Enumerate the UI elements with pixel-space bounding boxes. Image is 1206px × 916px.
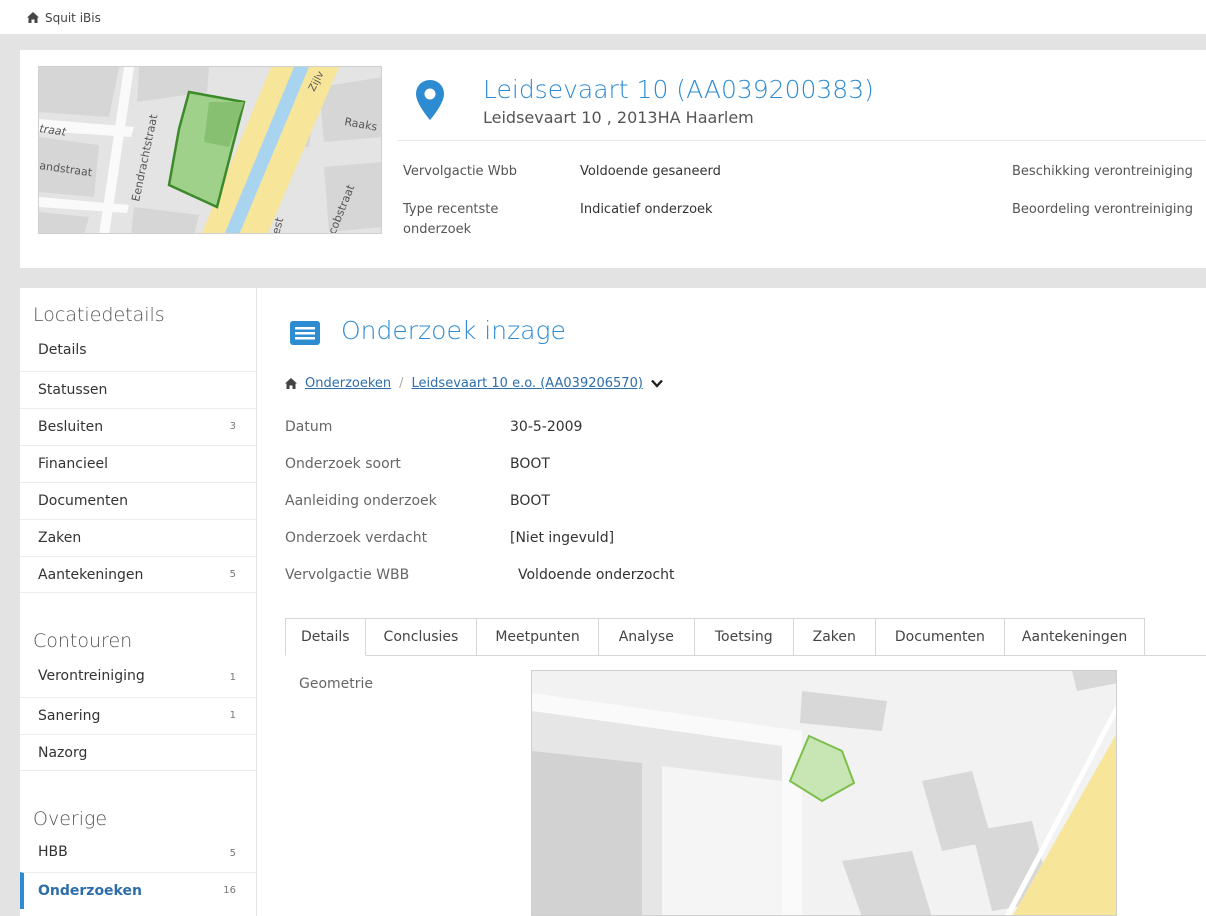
field-label: Aanleiding onderzoek: [285, 493, 437, 509]
main-panel: Onderzoek inzage Onderzoeken / Leidsevaa…: [257, 288, 1206, 916]
field-value: Voldoende gesaneerd: [580, 164, 721, 179]
page-title: Onderzoek inzage: [341, 316, 566, 345]
field-label: Beschikking verontreiniging: [1012, 164, 1193, 179]
sidebar: Locatiedetails Details Statussen Besluit…: [20, 288, 256, 916]
breadcrumb-onderzoeken-link[interactable]: Onderzoeken: [305, 376, 391, 391]
breadcrumb-current-link[interactable]: Leidsevaart 10 e.o. (AA039206570): [412, 376, 643, 391]
location-map-thumbnail[interactable]: traat Eendrachtstraat andstraat Raaks Zi…: [38, 66, 382, 234]
breadcrumb: Onderzoeken / Leidsevaart 10 e.o. (AA039…: [285, 376, 663, 391]
sidebar-item-sanering[interactable]: Sanering 1: [20, 697, 256, 734]
sidebar-item-besluiten[interactable]: Besluiten 3: [20, 408, 256, 445]
field-label: Vervolgactie WBB: [285, 567, 410, 583]
tab-bar: Details Conclusies Meetpunten Analyse To…: [285, 618, 1146, 656]
tab-toetsing[interactable]: Toetsing: [694, 618, 794, 656]
tab-analyse[interactable]: Analyse: [598, 618, 695, 656]
count-badge: 5: [229, 848, 236, 859]
field-value: BOOT: [510, 456, 550, 472]
sidebar-section-title: Contouren: [33, 630, 133, 652]
sidebar-item-details[interactable]: Details: [20, 334, 256, 371]
sidebar-item-financieel[interactable]: Financieel: [20, 445, 256, 482]
sidebar-section-title: Overige: [33, 808, 108, 830]
sidebar-item-nazorg[interactable]: Nazorg: [20, 734, 256, 771]
location-title: Leidsevaart 10 (AA039200383): [483, 75, 874, 104]
sidebar-item-documenten[interactable]: Documenten: [20, 482, 256, 519]
field-label: Vervolgactie Wbb: [403, 164, 518, 179]
count-badge: 1: [229, 710, 236, 721]
geometry-map[interactable]: [531, 670, 1117, 916]
sidebar-item-aantekeningen[interactable]: Aantekeningen 5: [20, 556, 256, 593]
field-label: Datum: [285, 419, 333, 435]
sidebar-item-statussen[interactable]: Statussen: [20, 371, 256, 408]
breadcrumb-separator: /: [399, 376, 404, 391]
app-title[interactable]: Squit iBis: [45, 11, 101, 25]
tab-zaken[interactable]: Zaken: [793, 618, 876, 656]
geometry-label: Geometrie: [299, 676, 374, 692]
sidebar-section-title: Locatiedetails: [33, 304, 165, 326]
count-badge: 16: [223, 885, 236, 896]
chevron-down-icon[interactable]: [651, 379, 663, 388]
home-icon[interactable]: [285, 378, 297, 389]
app-bar: Squit iBis: [0, 0, 1206, 34]
tab-conclusies[interactable]: Conclusies: [365, 618, 478, 656]
tab-details[interactable]: Details: [285, 618, 366, 656]
field-value: Voldoende onderzocht: [518, 567, 675, 583]
location-address: Leidsevaart 10 , 2013HA Haarlem: [483, 108, 754, 127]
field-label: Onderzoek soort: [285, 456, 401, 472]
field-value: BOOT: [510, 493, 550, 509]
field-label: Beoordeling verontreiniging: [1012, 202, 1193, 217]
map-pin-icon: [416, 80, 444, 120]
sidebar-item-onderzoeken[interactable]: Onderzoeken 16: [20, 872, 256, 909]
location-header: traat Eendrachtstraat andstraat Raaks Zi…: [20, 50, 1206, 268]
field-value: [Niet ingevuld]: [510, 530, 615, 546]
count-badge: 5: [229, 569, 236, 580]
sidebar-item-zaken[interactable]: Zaken: [20, 519, 256, 556]
tab-meetpunten[interactable]: Meetpunten: [477, 618, 599, 656]
sidebar-item-verontreiniging[interactable]: Verontreiniging 1: [20, 660, 256, 697]
list-icon: [290, 321, 320, 345]
field-value: Indicatief onderzoek: [580, 202, 713, 217]
field-label: Onderzoek verdacht: [285, 530, 428, 546]
count-badge: 3: [229, 421, 236, 432]
count-badge: 1: [229, 672, 236, 683]
tab-documenten[interactable]: Documenten: [875, 618, 1005, 656]
field-label: Type recentste onderzoek: [403, 202, 499, 237]
divider: [398, 140, 1206, 141]
field-value: 30-5-2009: [510, 419, 583, 435]
tab-aantekeningen[interactable]: Aantekeningen: [1004, 618, 1146, 656]
sidebar-item-hbb[interactable]: HBB 5: [20, 836, 256, 873]
home-icon[interactable]: [27, 12, 39, 23]
